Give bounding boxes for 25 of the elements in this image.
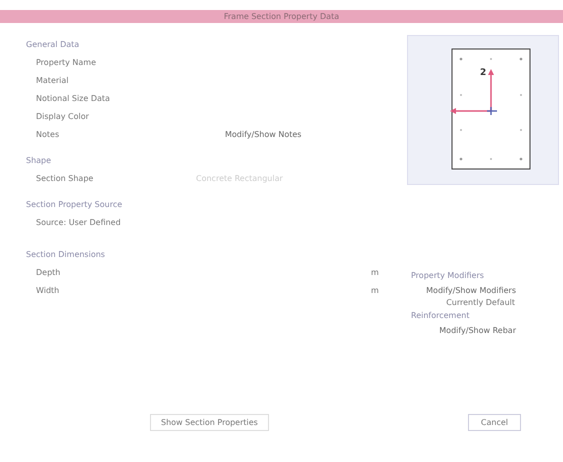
- section-heading: Section Dimensions: [26, 248, 106, 260]
- notes-button[interactable]: Modify/Show Notes: [222, 128, 304, 140]
- field-label: Section Shape: [36, 174, 94, 182]
- field-label: Material: [36, 76, 70, 84]
- field-label: Display Color: [36, 112, 90, 120]
- modifiers-button[interactable]: Modify/Show Modifiers: [423, 283, 519, 298]
- source-text: Source: User Defined: [36, 218, 121, 226]
- cancel-button[interactable]: Cancel: [468, 414, 521, 431]
- section-heading: Shape: [26, 154, 52, 167]
- show-properties-button[interactable]: Show Section Properties: [150, 414, 269, 431]
- field-label: Notional Size Data: [36, 94, 111, 102]
- field-label: Depth: [36, 268, 62, 276]
- status-text: Currently Default: [446, 298, 516, 307]
- field-label: Notes: [36, 130, 60, 138]
- section-heading: General Data: [26, 38, 80, 50]
- section-heading: Reinforcement: [411, 310, 470, 322]
- window-title: Frame Section Property Data: [224, 12, 340, 21]
- unit-label: m: [371, 286, 379, 294]
- rebar-button[interactable]: Modify/Show Rebar: [436, 323, 519, 338]
- section-heading: Property Modifiers: [411, 270, 485, 282]
- field-label: Width: [36, 286, 60, 294]
- unit-label: m: [371, 268, 379, 276]
- axis-label: 2: [480, 68, 486, 78]
- field-label: Property Name: [36, 58, 97, 66]
- section-heading: Section Property Source: [26, 198, 124, 211]
